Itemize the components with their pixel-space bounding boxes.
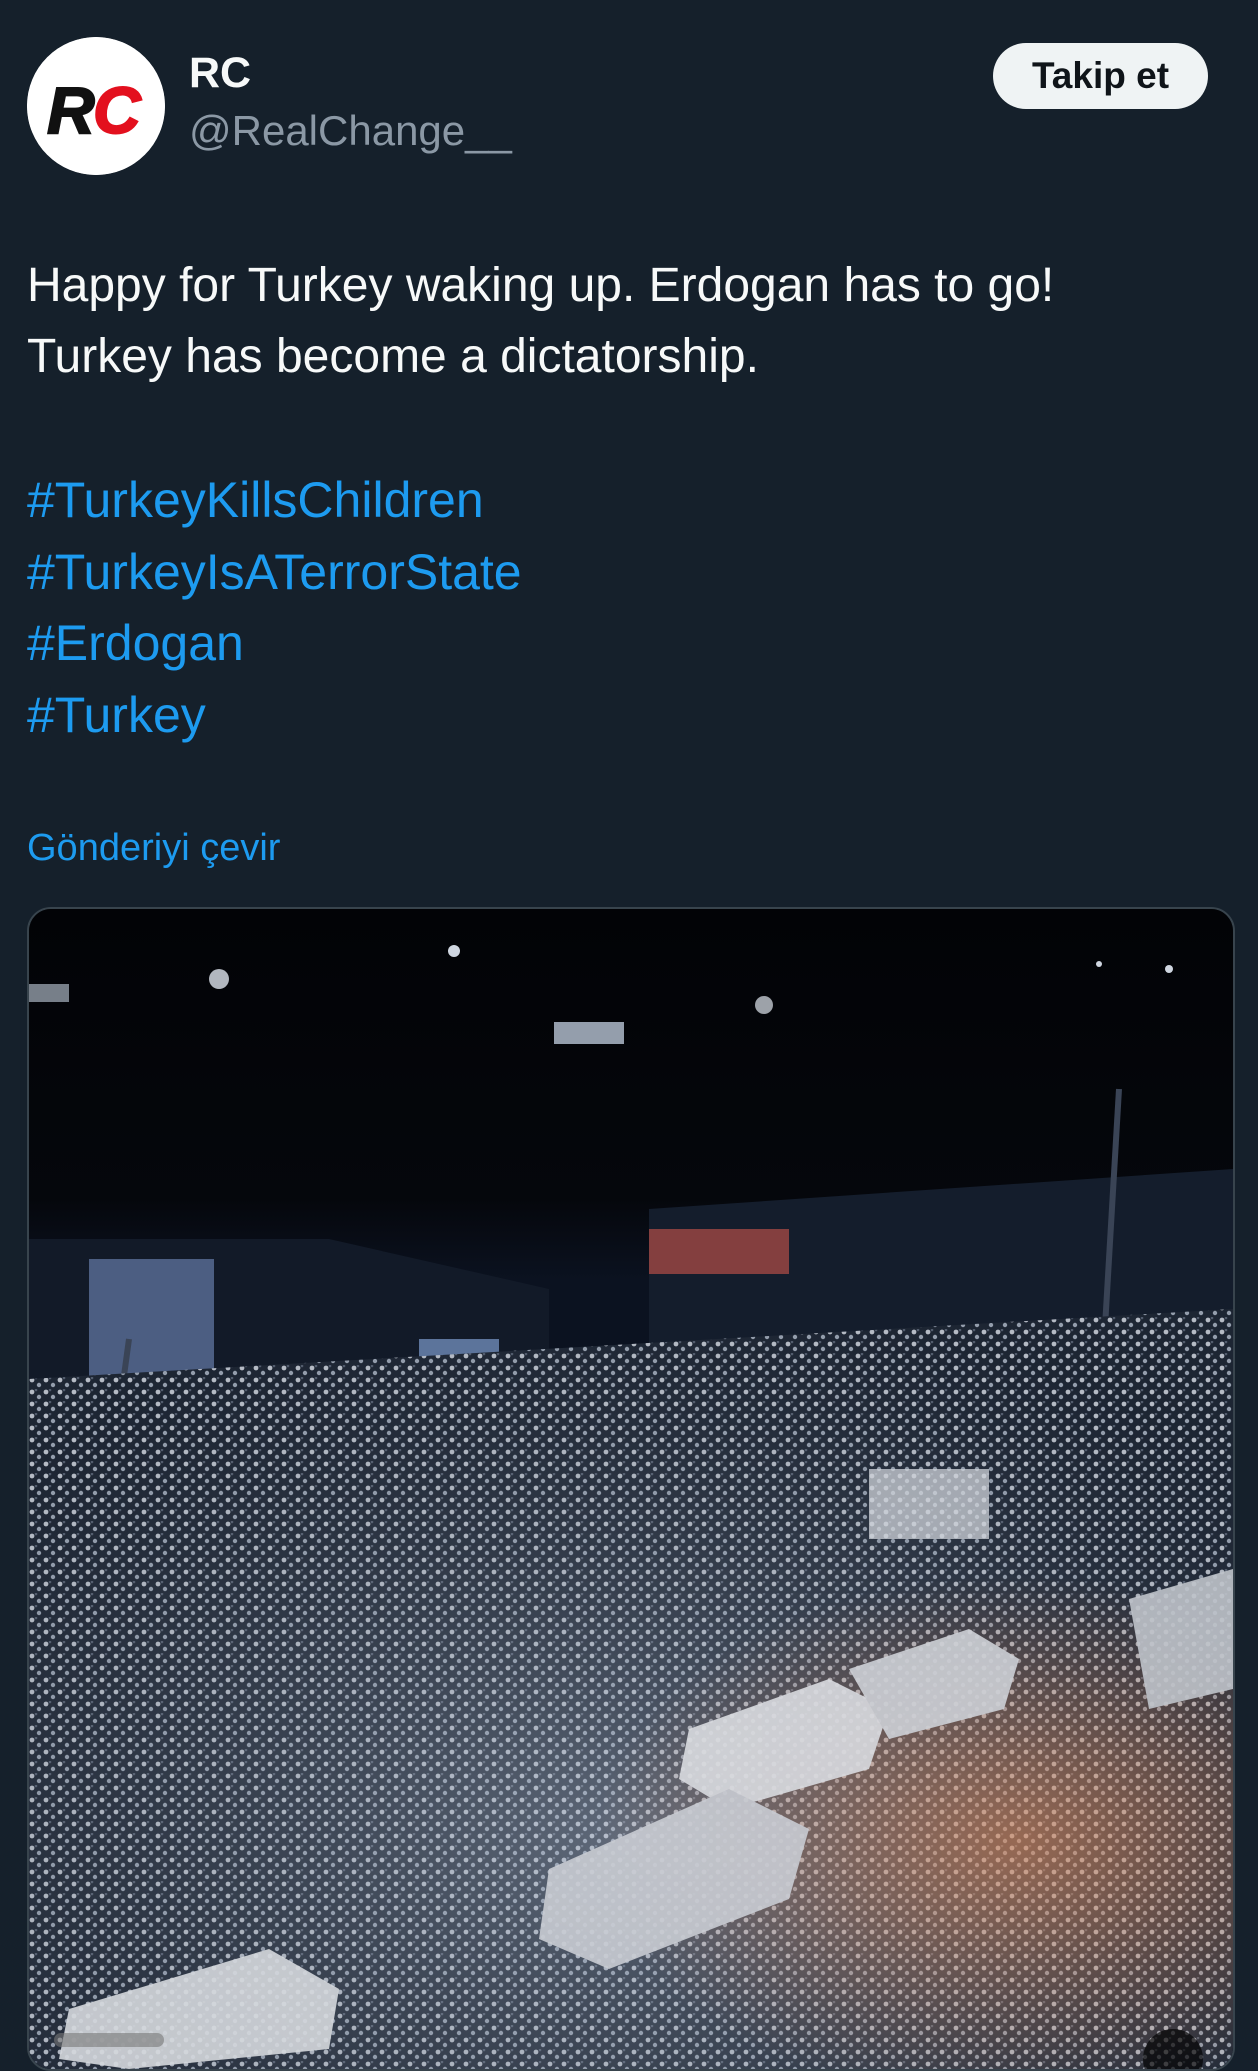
hashtag-list: #TurkeyKillsChildren #TurkeyIsATerrorSta… (27, 465, 522, 751)
translate-post-link[interactable]: Gönderiyi çevir (27, 829, 280, 867)
tweet-text: Happy for Turkey waking up. Erdogan has … (27, 250, 1227, 392)
crowd-night-photo (29, 909, 1233, 2069)
hashtag-link[interactable]: #Turkey (27, 680, 522, 752)
video-progress-bar[interactable] (54, 2033, 164, 2047)
tweet-text-line: Happy for Turkey waking up. Erdogan has … (27, 259, 1055, 312)
svg-text:C: C (93, 73, 142, 147)
display-name[interactable]: RC (189, 52, 251, 95)
follow-button[interactable]: Takip et (993, 43, 1208, 109)
avatar[interactable]: R C (27, 37, 165, 175)
media-video[interactable] (27, 907, 1235, 2071)
user-handle[interactable]: @RealChange__ (189, 110, 512, 152)
rc-logo-icon: R C (27, 37, 165, 175)
hashtag-link[interactable]: #TurkeyKillsChildren (27, 465, 522, 537)
svg-text:R: R (47, 73, 95, 147)
hashtag-link[interactable]: #TurkeyIsATerrorState (27, 537, 522, 609)
tweet: R C RC @RealChange__ Takip et Happy for … (0, 0, 1258, 2071)
hashtag-link[interactable]: #Erdogan (27, 608, 522, 680)
tweet-text-line: Turkey has become a dictatorship. (27, 330, 759, 383)
